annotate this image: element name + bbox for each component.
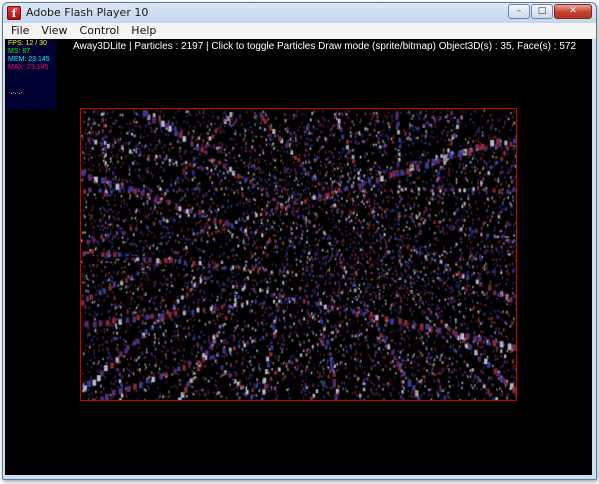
info-text: Away3DLite | Particles : 2197 | Click to… (73, 41, 576, 52)
fps-stat: FPS: 12 / 30 (8, 40, 47, 47)
flash-stage[interactable]: FPS: 12 / 30 MS: 87 MEM: 23.145 MAX: 23.… (5, 39, 592, 475)
mem-stat: MEM: 23.145 (8, 56, 50, 63)
menu-help[interactable]: Help (125, 23, 162, 39)
maximize-icon: □ (537, 6, 547, 16)
max-stat: MAX: 23.145 (8, 64, 49, 71)
menu-view[interactable]: View (35, 23, 73, 39)
bounding-box (80, 108, 517, 401)
ms-stat: MS: 87 (8, 48, 31, 55)
minimize-button[interactable]: – (508, 4, 530, 19)
stats-graph (9, 92, 22, 94)
maximize-button[interactable]: □ (531, 4, 553, 19)
menu-bar: File View Control Help (3, 23, 596, 40)
minimize-icon: – (516, 6, 522, 16)
close-icon: ✕ (569, 6, 577, 16)
menu-file[interactable]: File (3, 23, 35, 39)
window-title: Adobe Flash Player 10 (26, 6, 149, 19)
flash-player-window: f Adobe Flash Player 10 – □ ✕ File View … (2, 2, 597, 480)
close-button[interactable]: ✕ (554, 4, 592, 19)
window-controls: – □ ✕ (507, 4, 592, 19)
stats-panel: FPS: 12 / 30 MS: 87 MEM: 23.145 MAX: 23.… (6, 40, 56, 110)
flash-player-icon: f (7, 6, 21, 20)
particle-cube (81, 109, 516, 400)
menu-control[interactable]: Control (74, 23, 126, 39)
title-bar[interactable]: f Adobe Flash Player 10 – □ ✕ (3, 3, 596, 23)
